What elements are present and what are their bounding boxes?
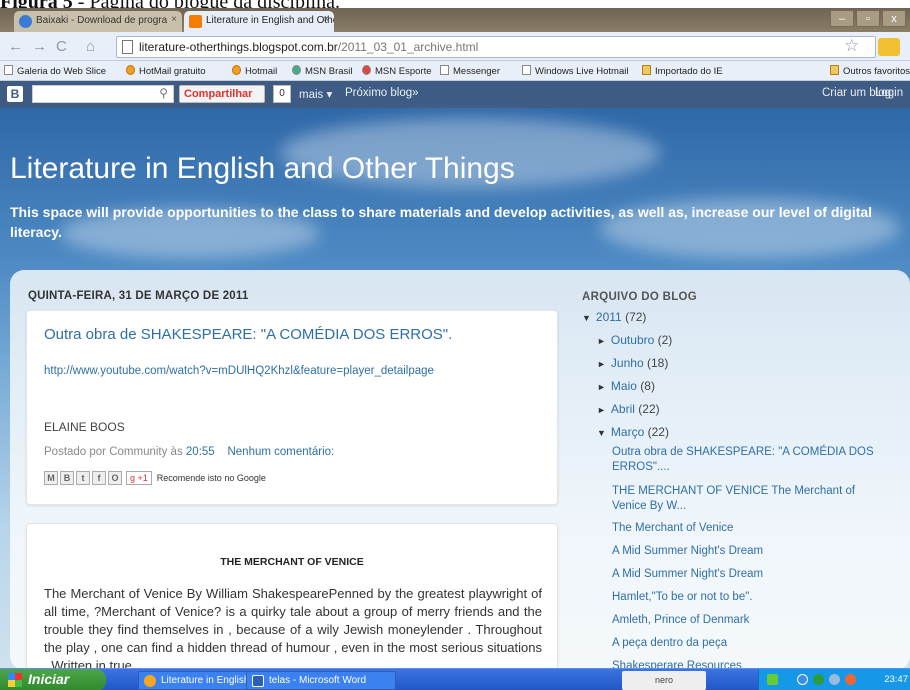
- post-date: QUINTA-FEIRA, 31 DE MARÇO DE 2011: [28, 290, 249, 302]
- browser-tabbar: Baixaki - Download de progra × Literature…: [0, 8, 910, 32]
- tab-literature[interactable]: Literature in English and Othe ×: [184, 11, 334, 32]
- close-tab-icon[interactable]: ×: [171, 14, 177, 25]
- bookmark-item[interactable]: HotMail gratuito: [126, 65, 206, 77]
- comments-link[interactable]: Nenhum comentário:: [227, 446, 334, 458]
- archive-post-link[interactable]: THE MERCHANT OF VENICE The Merchant of V…: [612, 484, 872, 514]
- bookmark-item[interactable]: MSN Brasil: [292, 65, 353, 77]
- search-icon[interactable]: ⚲: [159, 86, 168, 100]
- bookmark-folder[interactable]: Outros favoritos: [830, 65, 910, 77]
- bookmark-item[interactable]: MSN Esporte: [362, 65, 432, 77]
- wrench-icon[interactable]: [878, 38, 900, 56]
- archive-post-link[interactable]: Outra obra de SHAKESPEARE: "A COMÉDIA DO…: [612, 445, 882, 475]
- facebook-share-icon[interactable]: f: [92, 471, 106, 485]
- blog-search-input[interactable]: ⚲: [32, 85, 174, 103]
- minimize-button[interactable]: –: [830, 10, 854, 27]
- address-bar[interactable]: literature-otherthings.blogspot.com.br/2…: [116, 36, 876, 58]
- share-button[interactable]: Compartilhar: [179, 85, 265, 103]
- blogger-logo-icon[interactable]: B: [7, 86, 23, 102]
- alert-icon[interactable]: [845, 674, 856, 685]
- page-icon: [122, 40, 133, 54]
- expanded-triangle-icon[interactable]: ▼: [582, 313, 591, 323]
- archive-month[interactable]: ► Outubro (2): [597, 333, 672, 347]
- collapsed-triangle-icon[interactable]: ►: [597, 359, 606, 369]
- start-button[interactable]: Iniciar: [0, 669, 106, 690]
- home-icon[interactable]: ⌂: [86, 38, 95, 55]
- star-icon[interactable]: ☆: [844, 36, 859, 56]
- volume-icon[interactable]: [829, 674, 840, 685]
- blogger-favicon-icon: [189, 15, 202, 28]
- collapsed-triangle-icon[interactable]: ►: [597, 405, 606, 415]
- nero-search-box[interactable]: nero: [622, 671, 706, 690]
- reload-icon[interactable]: C: [56, 38, 67, 55]
- url-host: literature-otherthings.blogspot.com.br: [139, 40, 338, 54]
- archive-heading: ARQUIVO DO BLOG: [582, 291, 698, 303]
- sync-icon[interactable]: [797, 674, 808, 685]
- share-buttons: M B t f O g +1 Recomende isto no Google: [44, 470, 266, 486]
- system-tray: 23:47: [758, 669, 910, 690]
- email-share-icon[interactable]: M: [44, 471, 58, 485]
- post-author: ELAINE BOOS: [44, 420, 125, 434]
- windows-taskbar: Iniciar Literature in English a... telas…: [0, 668, 910, 690]
- more-menu[interactable]: mais ▾: [299, 87, 332, 101]
- archive-post-link[interactable]: Hamlet,"To be or not to be".: [612, 590, 892, 605]
- post-time-link[interactable]: 20:55: [186, 446, 215, 458]
- archive-post-link[interactable]: The Merchant of Venice: [612, 521, 892, 536]
- archive-month[interactable]: ► Junho (18): [597, 356, 668, 370]
- bookmark-item[interactable]: Hotmail: [232, 65, 277, 77]
- security-icon[interactable]: [813, 674, 824, 685]
- maximize-button[interactable]: ▫: [856, 10, 880, 27]
- url-path: /2011_03_01_archive.html: [337, 40, 479, 54]
- archive-post-link[interactable]: A peça dentro da peça: [612, 636, 892, 651]
- next-blog-link[interactable]: Próximo blog»: [345, 87, 419, 99]
- twitter-share-icon[interactable]: t: [76, 471, 90, 485]
- back-arrow-icon[interactable]: ←: [8, 38, 23, 55]
- window-controls: – ▫ x: [830, 10, 906, 27]
- blogger-navbar: B ⚲ Compartilhar 0 mais ▾ Próximo blog» …: [0, 81, 910, 108]
- word-icon: [252, 675, 264, 687]
- post-footer: Postado por Community às 20:55 Nenhum co…: [44, 446, 335, 458]
- blog-share-icon[interactable]: B: [60, 471, 74, 485]
- archive-post-link[interactable]: Amleth, Prince of Denmark: [612, 613, 892, 628]
- collapsed-triangle-icon[interactable]: ►: [597, 336, 606, 346]
- screen: Figura 5 - Página do blogue da disciplin…: [0, 0, 910, 690]
- gplus-button[interactable]: g +1: [126, 471, 152, 485]
- bookmark-item[interactable]: Galeria do Web Slice: [4, 65, 106, 77]
- tab-label: Literature in English and Othe: [206, 15, 334, 26]
- clock: 23:47: [884, 674, 908, 685]
- post-heading: THE MERCHANT OF VENICE: [220, 556, 364, 568]
- archive-post-link[interactable]: A Mid Summer Night's Dream: [612, 544, 892, 559]
- archive-year[interactable]: ▼ 2011 (72): [582, 310, 646, 324]
- taskbar-item-word[interactable]: telas - Microsoft Word: [246, 671, 396, 690]
- close-tab-icon[interactable]: ×: [323, 14, 329, 25]
- post-title[interactable]: Outra obra de SHAKESPEARE: "A COMÉDIA DO…: [44, 326, 452, 343]
- close-window-button[interactable]: x: [882, 10, 906, 27]
- bookmark-item[interactable]: Messenger: [440, 65, 500, 77]
- post-body: The Merchant of Venice By William Shakes…: [44, 586, 542, 668]
- forward-arrow-icon[interactable]: →: [32, 38, 47, 55]
- orkut-share-icon[interactable]: O: [108, 471, 122, 485]
- archive-post-link[interactable]: A Mid Summer Night's Dream: [612, 567, 892, 582]
- recommend-label: Recomende isto no Google: [156, 473, 266, 483]
- archive-month[interactable]: ► Abril (22): [597, 402, 660, 416]
- chrome-icon: [144, 675, 156, 687]
- browser-toolbar: ← → C ⌂ literature-otherthings.blogspot.…: [0, 32, 910, 61]
- tab-baixaki[interactable]: Baixaki - Download de progra ×: [14, 11, 182, 32]
- archive-month[interactable]: ▼ Março (22): [597, 425, 669, 439]
- network-icon[interactable]: [767, 674, 778, 685]
- bookmarks-bar: Galeria do Web Slice HotMail gratuito Ho…: [0, 61, 910, 81]
- collapsed-triangle-icon[interactable]: ►: [597, 382, 606, 392]
- expanded-triangle-icon[interactable]: ▼: [597, 428, 606, 438]
- bookmark-folder[interactable]: Importado do IE: [642, 65, 723, 77]
- share-count: 0: [273, 85, 291, 103]
- login-link[interactable]: Login: [875, 87, 903, 99]
- blog-description: This space will provide opportunities to…: [10, 204, 873, 240]
- bookmark-item[interactable]: Windows Live Hotmail: [522, 65, 628, 77]
- archive-month[interactable]: ► Maio (8): [597, 379, 655, 393]
- post-video-link[interactable]: http://www.youtube.com/watch?v=mDUlHQ2Kh…: [44, 365, 434, 377]
- tab-label: Baixaki - Download de progra: [36, 15, 168, 26]
- blog-title[interactable]: Literature in English and Other Things: [10, 152, 515, 186]
- windows-logo-icon: [8, 673, 22, 687]
- baixaki-favicon-icon: [19, 15, 32, 28]
